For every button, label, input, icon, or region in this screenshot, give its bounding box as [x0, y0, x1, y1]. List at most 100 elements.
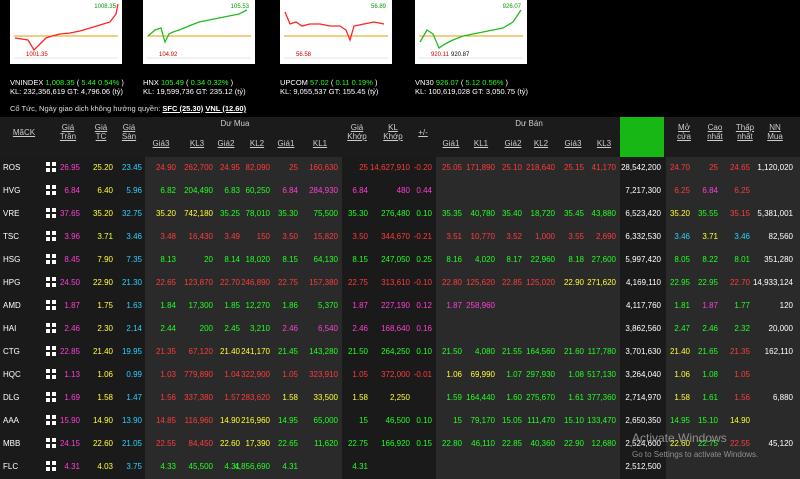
col-b_kl3[interactable]: KL3 [588, 139, 620, 148]
table-cell: 372,000 [381, 370, 410, 379]
col-mack[interactable]: MãCK [8, 128, 40, 137]
col-kl2[interactable]: KL2 [238, 139, 276, 148]
grid-icon[interactable] [46, 438, 57, 449]
table-cell: 21.40 [219, 347, 240, 356]
grid-icon[interactable] [46, 461, 57, 472]
col-gia_tran-line2[interactable]: Trần [54, 132, 82, 141]
col-gia1[interactable]: Giá1 [272, 139, 300, 148]
symbol-cell[interactable]: CTG [3, 347, 20, 356]
col-b_kl2[interactable]: KL2 [525, 139, 557, 148]
col-b_kl1[interactable]: KL1 [465, 139, 497, 148]
col-b_gia2[interactable]: Giá2 [498, 139, 528, 148]
table-row[interactable]: AAA 15.90 14.90 13.90 14.85 116,960 14.90 216,9… [0, 410, 800, 433]
table-row[interactable]: CTG 22.85 21.40 19.95 21.35 67,120 21.40 241,17… [0, 341, 800, 364]
symbol-cell[interactable]: VRE [3, 209, 19, 218]
table-row[interactable]: HAI 2.46 2.30 2.14 2.44 200 2.45 3,210 2.46 6,540… [0, 318, 800, 341]
symbol-cell[interactable]: AAA [3, 416, 19, 425]
col-cao_nhat-line2[interactable]: nhất [700, 132, 730, 141]
col-thap_nhat[interactable]: Thấp [728, 123, 762, 132]
col-thap_nhat-line2[interactable]: nhất [728, 132, 762, 141]
table-cell: 1.06 [446, 370, 462, 379]
col-kl_khop[interactable]: KL [373, 123, 413, 132]
index-vnindex[interactable]: 1008.35 1001.35 VNINDEX 1,008.35 ( 5.44 … [0, 0, 124, 100]
symbol-cell[interactable]: HAI [3, 324, 16, 333]
symbol-cell[interactable]: MBB [3, 439, 20, 448]
symbol-cell[interactable]: DLG [3, 393, 19, 402]
table-row[interactable]: TSC 3.96 3.71 3.46 3.48 16,430 3.49 150 3.50 15,8… [0, 226, 800, 249]
grid-icon[interactable] [46, 231, 57, 242]
grid-icon[interactable] [46, 162, 57, 173]
table-cell: 22.90 [563, 278, 584, 287]
grid-icon[interactable] [46, 323, 57, 334]
table-row[interactable]: ROS 26.95 25.20 23.45 24.90 262,700 24.95 82,09… [0, 157, 800, 180]
table-cell: 2,690 [595, 232, 616, 241]
symbol-cell[interactable]: HSG [3, 255, 20, 264]
table-row[interactable]: DLG 1.69 1.58 1.47 1.56 337,380 1.57 283,620 1.5… [0, 387, 800, 410]
table-cell: 35.15 [729, 209, 750, 218]
grid-icon[interactable] [46, 415, 57, 426]
table-cell: 8.16 [446, 255, 462, 264]
col-gia_tc-line2[interactable]: TC [86, 132, 116, 141]
table-row[interactable]: FLC 4.31 4.03 3.75 4.33 45,500 4.31 4,856,690 4.… [0, 456, 800, 479]
col-nn_mua[interactable]: NN [760, 123, 790, 132]
col-gia_khop-line2[interactable]: Khớp [342, 132, 372, 141]
index-upcom[interactable]: 56.89 56.58 UPCOM 57.02 ( 0.11 0.19% ) K… [270, 0, 392, 100]
grid-icon[interactable] [46, 208, 57, 219]
grid-icon[interactable] [46, 277, 57, 288]
grid-icon[interactable] [46, 254, 57, 265]
col-mo_cua[interactable]: Mở [668, 123, 700, 132]
table-cell: 6.82 [160, 186, 176, 195]
col-gia_tc[interactable]: Giá [86, 123, 116, 132]
table-row[interactable]: VRE 37.65 35.20 32.75 35.20 742,180 35.25 78,01… [0, 203, 800, 226]
col-gia_khop[interactable]: Giá [342, 123, 372, 132]
col-gia3[interactable]: Giá3 [145, 139, 177, 148]
symbol-cell[interactable]: ROS [3, 163, 20, 172]
table-cell: 116,960 [184, 416, 213, 425]
table-row[interactable]: HPG 24.50 22.90 21.30 22.65 123,870 22.70 246,8… [0, 272, 800, 295]
col-gia2[interactable]: Giá2 [211, 139, 241, 148]
symbol-cell[interactable]: TSC [3, 232, 19, 241]
col-b_gia1[interactable]: Giá1 [436, 139, 466, 148]
grid-icon[interactable] [46, 346, 57, 357]
group-du-mua[interactable]: Dư Mua [145, 119, 325, 128]
symbol-cell[interactable]: HQC [3, 370, 21, 379]
col-mo_cua-line2[interactable]: cửa [668, 132, 700, 141]
symbol-cell[interactable]: HPG [3, 278, 20, 287]
table-cell: 117,780 [587, 347, 616, 356]
col-kl_khop-line2[interactable]: Khớp [373, 132, 413, 141]
table-cell: 351,280 [764, 255, 793, 264]
group-du-ban[interactable]: Dư Bán [436, 119, 622, 128]
grid-icon[interactable] [46, 300, 57, 311]
table-cell: 3.48 [160, 232, 176, 241]
symbol-cell[interactable]: HVG [3, 186, 20, 195]
table-row[interactable]: HSG 8.45 7.90 7.35 8.13 20 8.14 18,020 8.15 64,13… [0, 249, 800, 272]
index-hnx[interactable]: 105.53 104.92 HNX 105.49 ( 0.34 0.32% ) … [133, 0, 255, 100]
table-cell: 275,670 [526, 393, 555, 402]
volume-sort-header-bg[interactable] [620, 117, 664, 157]
table-cell: 284,930 [309, 186, 338, 195]
table-cell: 21.60 [563, 347, 584, 356]
vnl-link[interactable]: VNL (12.60) [205, 104, 246, 113]
col-gia_tran[interactable]: Giá [54, 123, 82, 132]
table-cell: 22.85 [59, 347, 80, 356]
grid-icon[interactable] [46, 369, 57, 380]
grid-icon[interactable] [46, 392, 57, 403]
col-kl1[interactable]: KL1 [300, 139, 340, 148]
col-b_gia3[interactable]: Giá3 [558, 139, 588, 148]
table-cell: 35.45 [563, 209, 584, 218]
index-vn30[interactable]: 926.07 920.11 920.87 VN30 926.07 ( 5.12 … [405, 0, 528, 100]
table-row[interactable]: HQC 1.13 1.06 0.99 1.03 779,890 1.04 322,900 1.0… [0, 364, 800, 387]
table-row[interactable]: AMD 1.87 1.75 1.63 1.84 17,300 1.85 12,270 1.86 5… [0, 295, 800, 318]
symbol-cell[interactable]: AMD [3, 301, 21, 310]
table-cell: 344,670 [381, 232, 410, 241]
col-pm[interactable]: +/- [412, 128, 434, 137]
col-nn_mua-line2[interactable]: Mua [760, 132, 790, 141]
table-cell: -0.20 [413, 163, 432, 172]
col-gia_san-line2[interactable]: Sàn [114, 132, 144, 141]
sfc-link[interactable]: SFC (25.30) [162, 104, 203, 113]
grid-icon[interactable] [46, 185, 57, 196]
table-row[interactable]: HVG 6.84 6.40 5.96 6.82 204,490 6.83 60,250 6.84… [0, 180, 800, 203]
table-cell: 322,900 [241, 370, 270, 379]
col-gia_san[interactable]: Giá [114, 123, 144, 132]
col-cao_nhat[interactable]: Cao [700, 123, 730, 132]
